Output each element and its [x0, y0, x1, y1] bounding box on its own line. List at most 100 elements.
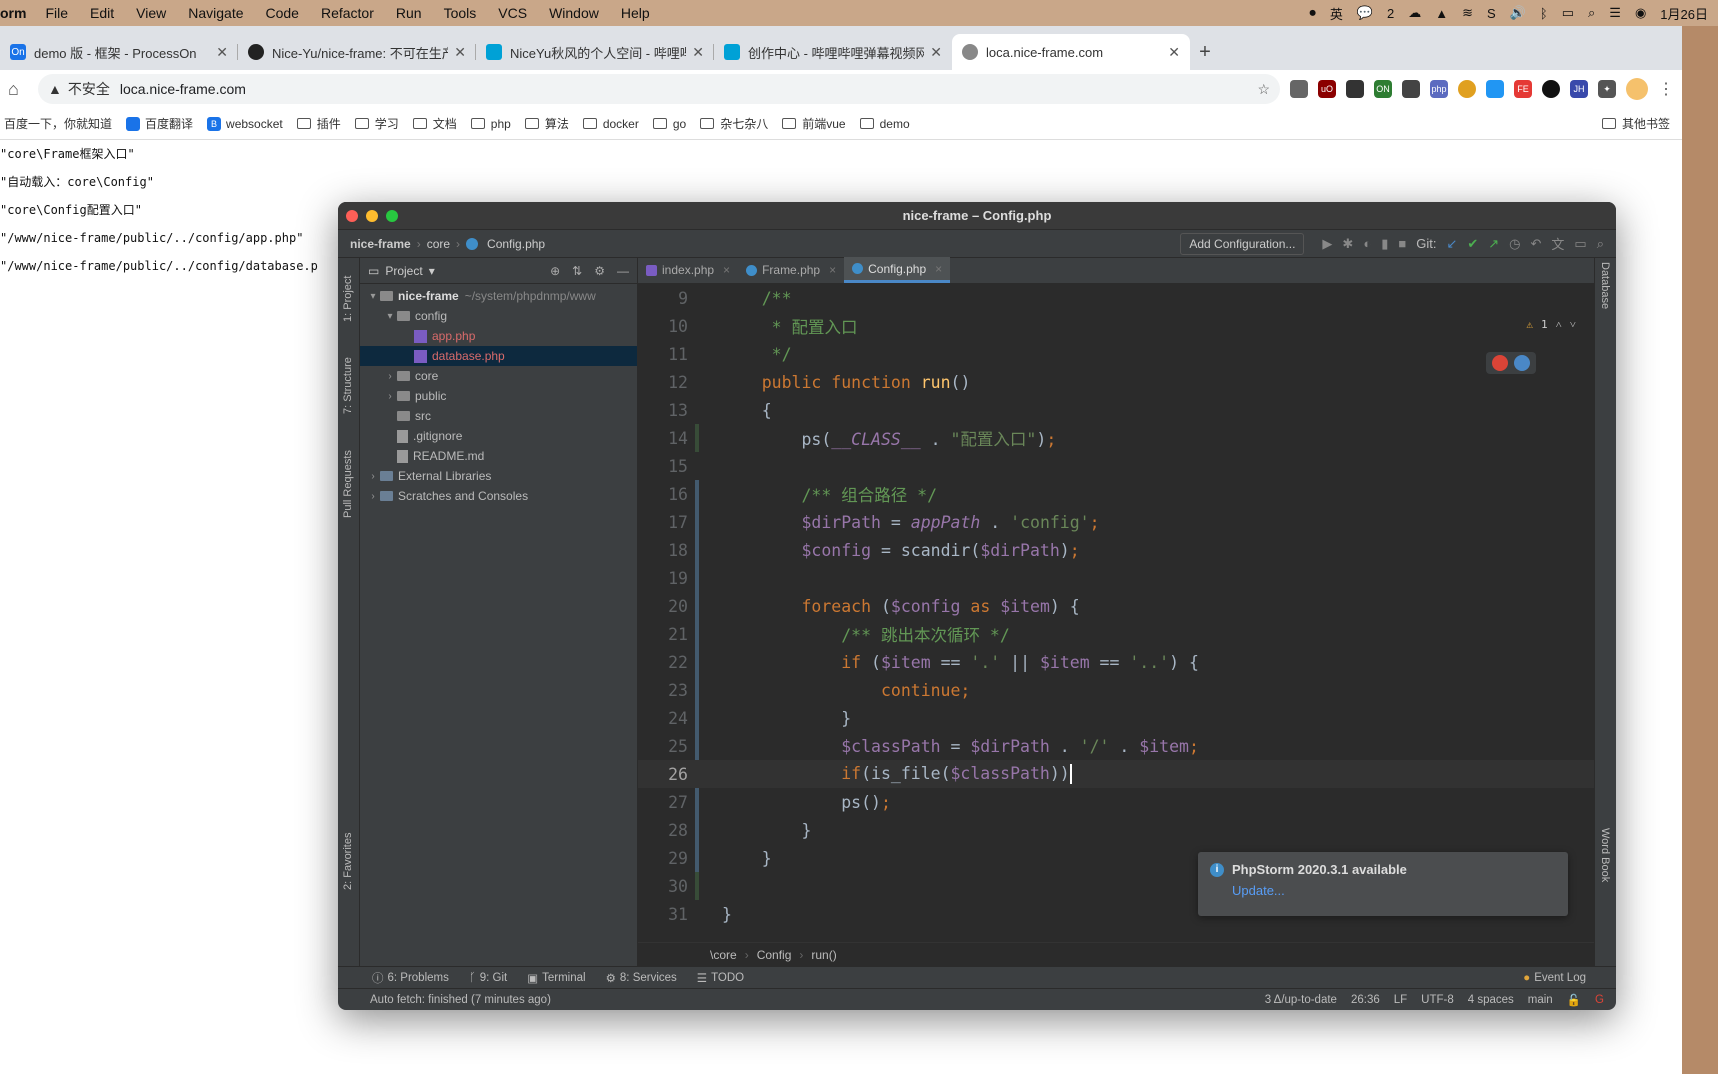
tree-item[interactable]: app.php: [360, 326, 637, 346]
menu-file[interactable]: File: [34, 5, 79, 21]
menu-edit[interactable]: Edit: [79, 5, 125, 21]
project-dropdown[interactable]: Project: [385, 264, 422, 278]
bookmark-folder[interactable]: 文档: [412, 115, 457, 132]
hide-icon[interactable]: —: [617, 264, 629, 278]
fe-ext-icon[interactable]: FE: [1514, 80, 1532, 98]
bookmark-folder[interactable]: go: [652, 117, 686, 131]
zoom-window-button[interactable]: [386, 209, 398, 222]
other-bookmarks[interactable]: 其他书签: [1601, 115, 1670, 132]
chevron-up-icon[interactable]: ˄: [1556, 318, 1562, 331]
tree-item[interactable]: › public: [360, 386, 637, 406]
chevron-down-icon[interactable]: ▾: [429, 264, 435, 278]
extension-icon[interactable]: [1458, 80, 1476, 98]
hat-icon[interactable]: ▲: [1435, 6, 1448, 21]
bookmark-item[interactable]: 百度翻译: [126, 115, 193, 132]
chevron-down-icon[interactable]: ▾: [366, 291, 380, 302]
history-icon[interactable]: ◷: [1509, 236, 1520, 252]
input-method-indicator[interactable]: 英: [1330, 4, 1343, 23]
bookmark-folder[interactable]: docker: [582, 117, 639, 131]
tool-terminal[interactable]: ▣ Terminal: [527, 971, 585, 985]
git-push-icon[interactable]: ↗: [1488, 236, 1499, 252]
bookmark-folder[interactable]: 学习: [354, 115, 399, 132]
breadcrumb-project[interactable]: nice-frame: [350, 237, 411, 251]
warning-icon[interactable]: ▲: [48, 81, 62, 97]
bookmark-folder[interactable]: 算法: [524, 115, 569, 132]
locate-icon[interactable]: ⊕: [550, 264, 560, 278]
puzzle-icon[interactable]: ✦: [1598, 80, 1616, 98]
debug-icon[interactable]: ✱: [1342, 236, 1353, 252]
vcs-status[interactable]: 3 Δ/up-to-date: [1265, 994, 1337, 1006]
close-icon[interactable]: ✕: [216, 44, 228, 61]
browser-tab[interactable]: Nice-Yu/nice-frame: 不可在生产 ✕: [238, 34, 476, 70]
layout-icon[interactable]: ▭: [1574, 236, 1586, 252]
app-menu[interactable]: orm: [0, 5, 34, 21]
tree-item[interactable]: README.md: [360, 446, 637, 466]
google-icon[interactable]: G: [1595, 994, 1604, 1006]
siri-icon[interactable]: ◉: [1635, 5, 1646, 21]
browser-tab[interactable]: On demo 版 - 框架 - ProcessOn ✕: [0, 34, 238, 70]
git-update-icon[interactable]: ↙: [1446, 236, 1457, 252]
bookmark-folder[interactable]: 插件: [296, 115, 341, 132]
tool-git[interactable]: ᚴ 9: Git: [469, 972, 507, 984]
caret-position[interactable]: 26:36: [1351, 994, 1380, 1006]
menu-navigate[interactable]: Navigate: [177, 5, 254, 21]
avatar[interactable]: [1626, 78, 1648, 100]
close-icon[interactable]: ×: [723, 263, 730, 277]
breadcrumb-file[interactable]: Config.php: [487, 237, 545, 251]
search-icon[interactable]: ⌕: [1597, 236, 1604, 252]
tool-project[interactable]: 1: Project: [342, 262, 354, 322]
chrome-icon[interactable]: [1492, 355, 1508, 371]
chevron-right-icon[interactable]: ›: [366, 491, 380, 502]
coverage-icon[interactable]: ◐: [1363, 236, 1371, 251]
crumb-method[interactable]: run(): [811, 948, 836, 962]
gear-icon[interactable]: ⚙: [594, 264, 605, 278]
file-encoding[interactable]: UTF-8: [1421, 994, 1454, 1006]
extension-icon[interactable]: [1346, 80, 1364, 98]
update-link[interactable]: Update...: [1232, 883, 1556, 898]
breadcrumb-folder[interactable]: core: [427, 237, 450, 251]
bookmark-folder[interactable]: 杂七杂八: [700, 115, 768, 132]
chevron-right-icon[interactable]: ›: [383, 391, 397, 402]
menu-refactor[interactable]: Refactor: [310, 5, 385, 21]
lock-icon[interactable]: 🔓: [1567, 993, 1581, 1007]
code-area[interactable]: 9 /** 10 * 配置入口 11 */ 12 public function…: [638, 284, 1594, 942]
add-configuration-button[interactable]: Add Configuration...: [1180, 232, 1305, 255]
tool-structure[interactable]: 7: Structure: [342, 342, 354, 414]
chevron-right-icon[interactable]: ›: [383, 371, 397, 382]
tree-item[interactable]: › External Libraries: [360, 466, 637, 486]
bookmark-folder[interactable]: php: [470, 117, 511, 131]
browser-tab[interactable]: 创作中心 - 哔哩哔哩弹幕视频网 ✕: [714, 34, 952, 70]
tree-item[interactable]: src: [360, 406, 637, 426]
close-icon[interactable]: ×: [935, 262, 942, 276]
tool-favorites[interactable]: 2: Favorites: [342, 818, 354, 890]
jh-ext-icon[interactable]: JH: [1570, 80, 1588, 98]
extension-icon[interactable]: ON: [1374, 80, 1392, 98]
git-branch[interactable]: main: [1528, 994, 1553, 1006]
git-commit-icon[interactable]: ✔: [1467, 236, 1478, 252]
close-icon[interactable]: ×: [829, 263, 836, 277]
volume-icon[interactable]: 🔊: [1510, 5, 1526, 21]
extension-icon[interactable]: [1290, 80, 1308, 98]
extension-icon[interactable]: [1542, 80, 1560, 98]
address-bar[interactable]: ▲ 不安全 loca.nice-frame.com ☆: [38, 74, 1280, 104]
close-icon[interactable]: ✕: [930, 44, 942, 61]
tool-pull-requests[interactable]: Pull Requests: [342, 434, 354, 518]
home-icon[interactable]: ⌂: [8, 79, 38, 100]
collapse-icon[interactable]: ⇅: [572, 264, 582, 278]
tree-item[interactable]: database.php: [360, 346, 637, 366]
line-separator[interactable]: LF: [1394, 994, 1407, 1006]
insecure-label[interactable]: 不安全: [68, 79, 110, 99]
tool-problems[interactable]: ⓘ 6: Problems: [372, 970, 449, 986]
bookmark-folder[interactable]: 前端vue: [782, 115, 846, 132]
tree-item[interactable]: › core: [360, 366, 637, 386]
safari-icon[interactable]: [1514, 355, 1530, 371]
editor-tab[interactable]: index.php ×: [638, 257, 738, 283]
clock[interactable]: 1月26日: [1660, 4, 1708, 23]
url-text[interactable]: loca.nice-frame.com: [120, 81, 246, 97]
cloud-icon[interactable]: ☁: [1408, 5, 1421, 21]
bookmark-item[interactable]: 百度一下，你就知道: [4, 115, 112, 132]
bookmark-folder[interactable]: demo: [859, 117, 910, 131]
control-center-icon[interactable]: ☰: [1609, 5, 1621, 21]
editor-tab[interactable]: Frame.php ×: [738, 257, 844, 283]
extension-icon[interactable]: [1402, 80, 1420, 98]
